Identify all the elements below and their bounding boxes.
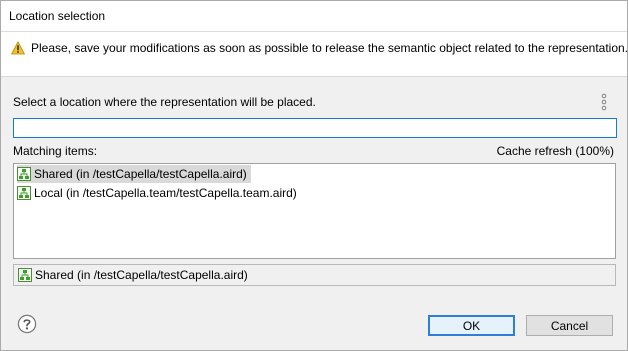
instruction-label: Select a location where the representati… <box>13 95 316 109</box>
location-selection-dialog: Location selection Please, save your mod… <box>0 0 628 351</box>
warning-icon <box>11 41 25 55</box>
view-menu-icon[interactable] <box>600 93 608 111</box>
selection-status-label: Shared (in /testCapella/testCapella.aird… <box>35 268 248 282</box>
matching-items-list[interactable]: Shared (in /testCapella/testCapella.aird… <box>13 163 616 259</box>
cancel-button[interactable]: Cancel <box>526 315 613 336</box>
filter-input[interactable] <box>13 118 617 138</box>
title-bar: Location selection <box>1 1 627 32</box>
matching-items-label: Matching items: <box>13 144 98 158</box>
dialog-title: Location selection <box>9 9 106 23</box>
aird-resource-icon <box>17 186 31 200</box>
ok-button[interactable]: OK <box>428 315 515 336</box>
list-item-label: Shared (in /testCapella/testCapella.aird… <box>34 167 247 181</box>
warning-message: Please, save your modifications as soon … <box>31 41 628 55</box>
list-item-label: Local (in /testCapella.team/testCapella.… <box>34 186 297 200</box>
aird-resource-icon <box>17 167 31 181</box>
selection-status-bar: Shared (in /testCapella/testCapella.aird… <box>13 264 616 286</box>
message-area: Please, save your modifications as soon … <box>1 32 628 77</box>
aird-resource-icon <box>18 268 32 282</box>
list-item[interactable]: Shared (in /testCapella/testCapella.aird… <box>17 165 251 183</box>
help-icon[interactable] <box>17 314 37 334</box>
list-item[interactable]: Local (in /testCapella.team/testCapella.… <box>17 184 301 202</box>
cache-refresh-status: Cache refresh (100%) <box>496 144 614 158</box>
